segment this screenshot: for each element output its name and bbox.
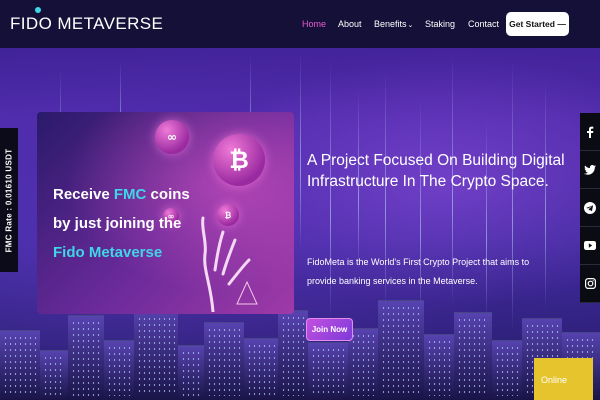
hand-illustration (201, 216, 258, 312)
nav-home[interactable]: Home (302, 19, 326, 29)
hero-title: A Project Focused On Building Digital In… (307, 152, 565, 190)
instagram-icon[interactable] (580, 265, 600, 303)
fmc-rate-tab: FMC Rate : 0.01610 USDT (0, 128, 18, 272)
logo-dot (35, 7, 41, 13)
youtube-icon[interactable] (580, 227, 600, 265)
card-line-1-prefix: Receive (53, 186, 114, 203)
chevron-down-icon: ⌄ (407, 22, 414, 29)
join-now-button[interactable]: Join Now (306, 318, 353, 341)
nav-benefits[interactable]: Benefits⌄ (374, 19, 413, 29)
hero-image-card: ∞ ₿ ∞ ₿ Receive FMC coins by just joinin… (37, 112, 294, 314)
nav-staking[interactable]: Staking (425, 19, 455, 29)
social-sidebar (580, 113, 600, 303)
fmc-rate-text: FMC Rate : 0.01610 USDT (4, 148, 14, 252)
get-started-button[interactable]: Get Started — (506, 12, 569, 36)
online-chat-button[interactable]: Online (534, 358, 593, 400)
bitcoin-icon: ₿ (213, 134, 265, 186)
nav-benefits-label: Benefits (374, 19, 407, 29)
nav-contact[interactable]: Contact (468, 19, 499, 29)
site-logo[interactable]: FIDO METAVERSE (10, 14, 163, 34)
telegram-icon[interactable] (580, 189, 600, 227)
nav-about[interactable]: About (338, 19, 362, 29)
card-line-1-suffix: coins (146, 186, 190, 203)
coin-icon: ∞ (155, 120, 189, 154)
hero-description: FidoMeta is the World's First Crypto Pro… (307, 257, 530, 286)
twitter-icon[interactable] (580, 151, 600, 189)
facebook-icon[interactable] (580, 113, 600, 151)
card-line-2: by just joining the (53, 215, 182, 232)
card-line-1: Receive FMC coins (53, 186, 190, 203)
card-line-3: Fido Metaverse (53, 244, 163, 261)
card-line-1-highlight: FMC (113, 186, 147, 203)
top-navbar: FIDO METAVERSE Home About Benefits⌄ Stak… (0, 0, 600, 48)
